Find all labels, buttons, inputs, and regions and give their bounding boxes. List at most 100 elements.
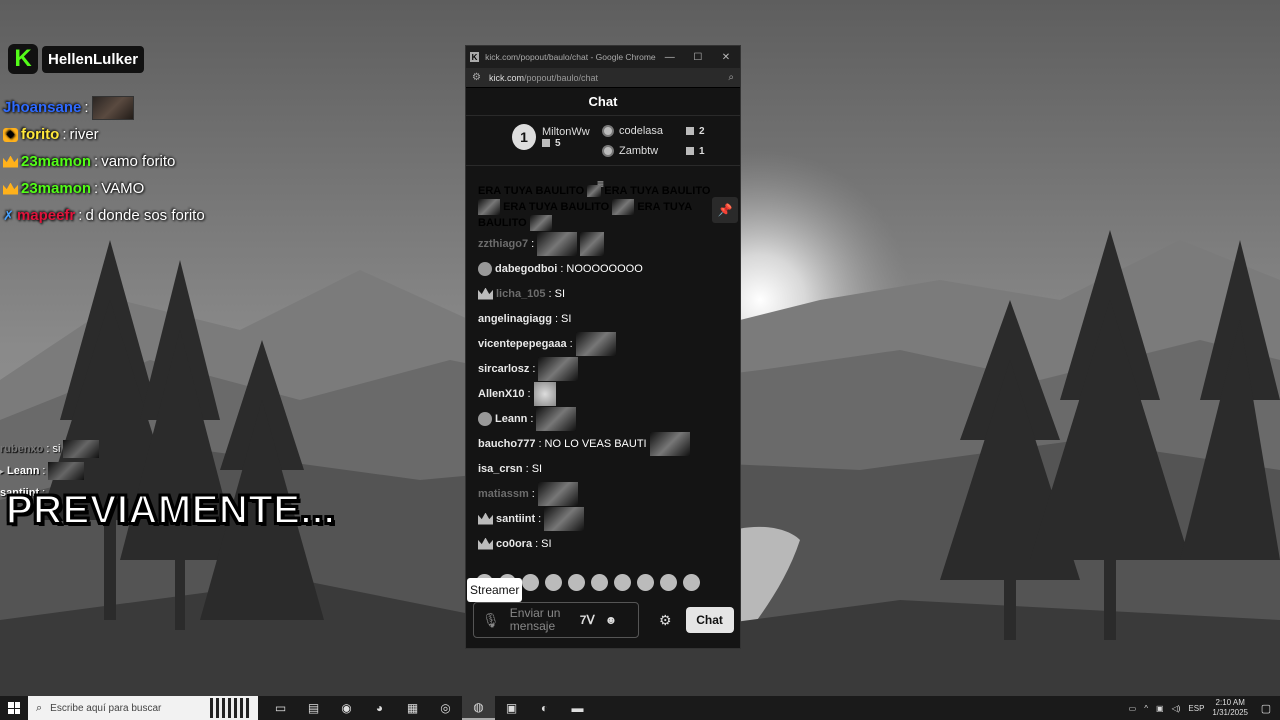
chat-emote <box>575 331 616 356</box>
chat-username[interactable]: angelinagiagg <box>478 313 552 325</box>
chat-popup-window: K kick.com/popout/baulo/chat - Google Ch… <box>465 45 741 649</box>
overlay-chat: Jhoansane: ◆ forito: river 23mamon: vamo… <box>3 94 205 229</box>
windows-logo-icon <box>8 702 20 714</box>
chat-username[interactable]: Leann <box>495 413 527 425</box>
gift-icon <box>686 126 694 135</box>
maximize-icon[interactable]: ☐ <box>684 46 712 68</box>
chat-username[interactable]: co0ora <box>496 538 532 550</box>
leaderboard-others: codelasa 2 Zambtw 1 <box>602 121 705 161</box>
emote-button[interactable] <box>545 574 562 591</box>
chat-username[interactable]: isa_crsn <box>478 463 523 475</box>
zoom-icon[interactable]: ⌕ <box>728 72 734 83</box>
chat-message: dabegodboi: NOOOOOOOO <box>478 256 730 281</box>
windows-taskbar: ⌕ Escribe aquí para buscar ▭ ▤ ◉ ◕ ▦ ◎ ◍… <box>0 696 1280 720</box>
notifications-icon[interactable]: ▢ <box>1256 696 1276 720</box>
volume-icon[interactable]: ◁) <box>1172 704 1181 713</box>
minimize-icon[interactable]: — <box>656 46 684 68</box>
emote-button[interactable] <box>614 574 631 591</box>
chrome-icon[interactable]: ◎ <box>429 696 462 720</box>
leaderboard-first[interactable]: 1 MiltonWw 5 <box>512 124 590 150</box>
address-bar[interactable]: ⚙ kick.com/popout/baulo/chat ⌕ <box>466 68 740 88</box>
chat-emote <box>538 356 579 381</box>
chat-username[interactable]: matiassm <box>478 488 529 500</box>
emote-button[interactable] <box>568 574 585 591</box>
microphone-icon[interactable]: 🎙 <box>482 612 500 629</box>
leaderboard-row[interactable]: codelasa 2 <box>602 121 705 141</box>
obs-icon[interactable]: ◍ <box>462 696 495 720</box>
overlay-chat-line: 23mamon: VAMO <box>3 175 205 202</box>
chat-username[interactable]: zzthiago7 <box>478 238 528 250</box>
chat-message: co0ora: SI <box>478 531 730 556</box>
chat-message: Leann: <box>478 406 730 431</box>
spotify-icon[interactable]: ◉ <box>330 696 363 720</box>
chat-message: santiint: <box>478 506 730 531</box>
emote-button[interactable] <box>683 574 700 591</box>
file-explorer-icon[interactable]: ▬ <box>561 696 594 720</box>
emote-button[interactable] <box>660 574 677 591</box>
chat-message: matiassm: <box>478 481 730 506</box>
taskbar-search-placeholder: Escribe aquí para buscar <box>50 702 162 714</box>
tray-app-icon[interactable]: ▭ <box>1129 704 1137 713</box>
overlay-chat-text: river <box>69 126 99 143</box>
chevron-up-icon[interactable]: ^ <box>1144 704 1148 713</box>
chat-username[interactable]: AllenX10 <box>478 388 524 400</box>
taskbar-search[interactable]: ⌕ Escribe aquí para buscar <box>28 696 258 720</box>
app-icon[interactable]: ◐ <box>528 696 561 720</box>
start-button[interactable] <box>0 696 28 720</box>
chat-username[interactable]: dabegodboi <box>495 263 557 275</box>
task-view-icon[interactable]: ▭ <box>264 696 297 720</box>
taskbar-clock[interactable]: 2:10 AM 1/31/2025 <box>1212 698 1248 718</box>
chat-emote <box>537 481 578 506</box>
app-icon[interactable]: ▣ <box>495 696 528 720</box>
emoji-icon[interactable]: ☻ <box>605 613 618 627</box>
avatar-icon <box>478 261 492 276</box>
mini-emote <box>63 440 100 458</box>
emote-button[interactable] <box>522 574 539 591</box>
network-icon[interactable]: ▣ <box>1156 704 1164 713</box>
chat-username[interactable]: baucho777 <box>478 438 535 450</box>
chat-messages: ERA TUYA BAULITO ERA TUYA BAULITO ERA TU… <box>478 184 730 556</box>
chat-username[interactable]: licha_105 <box>496 288 546 300</box>
overlay-chat-user: forito <box>21 126 60 143</box>
chat-message: sircarlosz: <box>478 356 730 381</box>
chat-username[interactable]: santiint <box>496 513 535 525</box>
app-icon[interactable]: ▦ <box>396 696 429 720</box>
chat-username[interactable]: sircarlosz <box>478 363 529 375</box>
video-caption: PREVIAMENTE... <box>5 487 336 533</box>
emote-button[interactable] <box>637 574 654 591</box>
overlay-chat-user: Jhoansane <box>3 99 82 116</box>
overlay-chat-line: 23mamon: vamo forito <box>3 148 205 175</box>
url-text[interactable]: kick.com/popout/baulo/chat <box>489 73 720 83</box>
chat-message: angelinagiagg: SI <box>478 312 572 325</box>
chat-emote <box>536 406 577 431</box>
files-app-icon[interactable]: ▤ <box>297 696 330 720</box>
overlay-streamer-name: HellenLulker <box>42 45 145 73</box>
window-titlebar[interactable]: K kick.com/popout/baulo/chat - Google Ch… <box>466 46 740 68</box>
message-input-placeholder: Enviar un mensaje <box>509 606 561 633</box>
kick-logo-icon: K <box>8 44 38 74</box>
crown-badge-icon <box>478 537 493 550</box>
rank-1-icon: 1 <box>512 124 536 150</box>
arrow-icon: ▸ <box>0 466 5 476</box>
kick-favicon-icon: K <box>470 52 480 62</box>
mini-emote <box>48 462 85 480</box>
sword-badge-icon: ✗ <box>3 207 14 223</box>
site-settings-icon[interactable]: ⚙ <box>472 72 481 83</box>
chat-message: zzthiago7: <box>478 231 730 256</box>
leaderboard-row[interactable]: Zambtw 1 <box>602 141 705 161</box>
close-icon[interactable]: ✕ <box>712 46 740 68</box>
gift-icon <box>686 146 694 155</box>
chat-emote <box>649 431 690 456</box>
mini-chat-line: rubenxo : si <box>0 438 100 460</box>
language-indicator[interactable]: ESP <box>1188 704 1204 713</box>
chat-message: vicentepepegaaa: <box>478 331 730 356</box>
send-chat-button[interactable]: Chat <box>685 607 734 633</box>
discord-icon[interactable]: ◕ <box>363 696 396 720</box>
streamer-tooltip: Streamer <box>467 578 523 602</box>
settings-gear-icon[interactable]: ⚙ <box>659 612 672 629</box>
emote-button[interactable] <box>591 574 608 591</box>
chat-username[interactable]: vicentepepegaaa <box>478 338 567 350</box>
clock-time: 2:10 AM <box>1215 698 1245 707</box>
message-input[interactable]: 🎙 Enviar un mensaje 7ᐯ ☻ <box>473 602 639 638</box>
seventv-icon[interactable]: 7ᐯ <box>580 613 595 627</box>
